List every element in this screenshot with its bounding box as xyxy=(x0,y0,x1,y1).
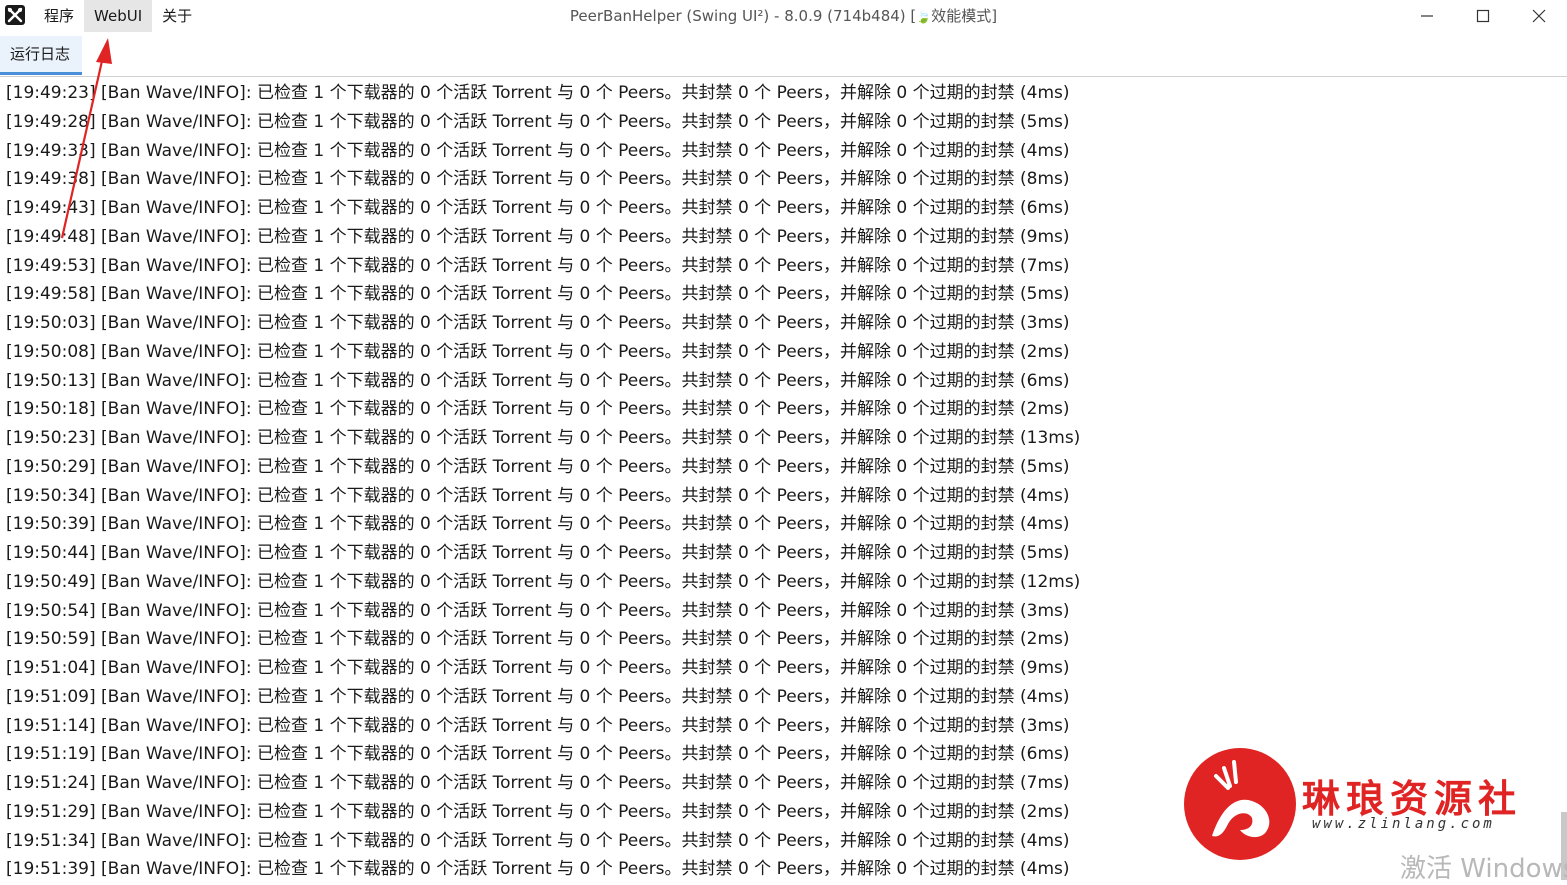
watermark-name: 琳琅资源社 xyxy=(1302,777,1523,821)
menu-bar: 程序 WebUI 关于 xyxy=(34,0,202,32)
log-line: [19:50:23] [Ban Wave/INFO]: 已检查 1 个下载器的 … xyxy=(6,428,1081,448)
log-line: [19:50:08] [Ban Wave/INFO]: 已检查 1 个下载器的 … xyxy=(6,341,1070,362)
title-bar: 程序 WebUI 关于 PeerBanHelper (Swing UI²) - … xyxy=(0,0,1567,32)
log-line: [19:51:04] [Ban Wave/INFO]: 已检查 1 个下载器的 … xyxy=(6,658,1070,678)
tab-bar: 运行日志 xyxy=(0,36,1567,77)
log-line: [19:51:14] [Ban Wave/INFO]: 已检查 1 个下载器的 … xyxy=(6,715,1070,736)
menu-item-webui[interactable]: WebUI xyxy=(84,0,153,32)
log-line: [19:49:48] [Ban Wave/INFO]: 已检查 1 个下载器的 … xyxy=(6,226,1070,247)
tools-icon[interactable] xyxy=(4,4,26,26)
minimize-button[interactable] xyxy=(1399,0,1455,32)
log-line: [19:49:43] [Ban Wave/INFO]: 已检查 1 个下载器的 … xyxy=(6,198,1070,218)
log-line: [19:51:19] [Ban Wave/INFO]: 已检查 1 个下载器的 … xyxy=(6,744,1070,765)
log-line: [19:50:29] [Ban Wave/INFO]: 已检查 1 个下载器的 … xyxy=(6,456,1070,477)
log-line: [19:50:39] [Ban Wave/INFO]: 已检查 1 个下载器的 … xyxy=(6,514,1070,535)
close-icon xyxy=(1532,9,1546,23)
log-line: [19:51:24] [Ban Wave/INFO]: 已检查 1 个下载器的 … xyxy=(6,773,1070,793)
log-line: [19:49:33] [Ban Wave/INFO]: 已检查 1 个下载器的 … xyxy=(6,140,1070,161)
log-line: [19:49:23] [Ban Wave/INFO]: 已检查 1 个下载器的 … xyxy=(6,83,1070,103)
log-line: [19:51:09] [Ban Wave/INFO]: 已检查 1 个下载器的 … xyxy=(6,686,1070,707)
watermark: 琳琅资源社 www.zlinlang.com xyxy=(1182,746,1542,862)
activate-windows-overlay: 激活 Windows xyxy=(1400,854,1567,884)
log-line: [19:50:54] [Ban Wave/INFO]: 已检查 1 个下载器的 … xyxy=(6,600,1070,621)
window-title: PeerBanHelper (Swing UI²) - 8.0.9 (714b4… xyxy=(0,0,1567,32)
log-line: [19:51:39] [Ban Wave/INFO]: 已检查 1 个下载器的 … xyxy=(6,859,1070,880)
log-line: [19:51:29] [Ban Wave/INFO]: 已检查 1 个下载器的 … xyxy=(6,801,1070,822)
menu-item-about[interactable]: 关于 xyxy=(152,0,202,32)
close-button[interactable] xyxy=(1511,0,1567,32)
dragon-logo-icon xyxy=(1184,748,1296,860)
mode-label: 效能模式 xyxy=(931,7,992,25)
log-line: [19:49:53] [Ban Wave/INFO]: 已检查 1 个下载器的 … xyxy=(6,255,1070,276)
log-line: [19:49:28] [Ban Wave/INFO]: 已检查 1 个下载器的 … xyxy=(6,111,1070,132)
tab-run-log[interactable]: 运行日志 xyxy=(0,36,83,75)
maximize-icon xyxy=(1476,9,1490,23)
watermark-url: www.zlinlang.com xyxy=(1312,816,1495,832)
log-line: [19:50:59] [Ban Wave/INFO]: 已检查 1 个下载器的 … xyxy=(6,629,1070,650)
log-line: [19:50:13] [Ban Wave/INFO]: 已检查 1 个下载器的 … xyxy=(6,370,1070,391)
leaf-icon: 🍃 xyxy=(916,10,932,24)
log-line: [19:50:44] [Ban Wave/INFO]: 已检查 1 个下载器的 … xyxy=(6,543,1070,563)
log-line: [19:51:34] [Ban Wave/INFO]: 已检查 1 个下载器的 … xyxy=(6,830,1070,851)
log-line: [19:49:38] [Ban Wave/INFO]: 已检查 1 个下载器的 … xyxy=(6,169,1070,190)
menu-item-program[interactable]: 程序 xyxy=(34,0,84,32)
window-controls xyxy=(1399,0,1567,32)
maximize-button[interactable] xyxy=(1455,0,1511,32)
window-title-suffix: ] xyxy=(991,7,998,25)
log-line: [19:50:18] [Ban Wave/INFO]: 已检查 1 个下载器的 … xyxy=(6,399,1070,420)
window-title-text: PeerBanHelper (Swing UI²) - 8.0.9 (714b4… xyxy=(569,7,917,25)
log-line: [19:50:03] [Ban Wave/INFO]: 已检查 1 个下载器的 … xyxy=(6,313,1070,333)
log-line: [19:50:49] [Ban Wave/INFO]: 已检查 1 个下载器的 … xyxy=(6,571,1081,592)
log-line: [19:49:58] [Ban Wave/INFO]: 已检查 1 个下载器的 … xyxy=(6,284,1070,305)
log-line: [19:50:34] [Ban Wave/INFO]: 已检查 1 个下载器的 … xyxy=(6,485,1070,506)
minimize-icon xyxy=(1421,15,1433,17)
